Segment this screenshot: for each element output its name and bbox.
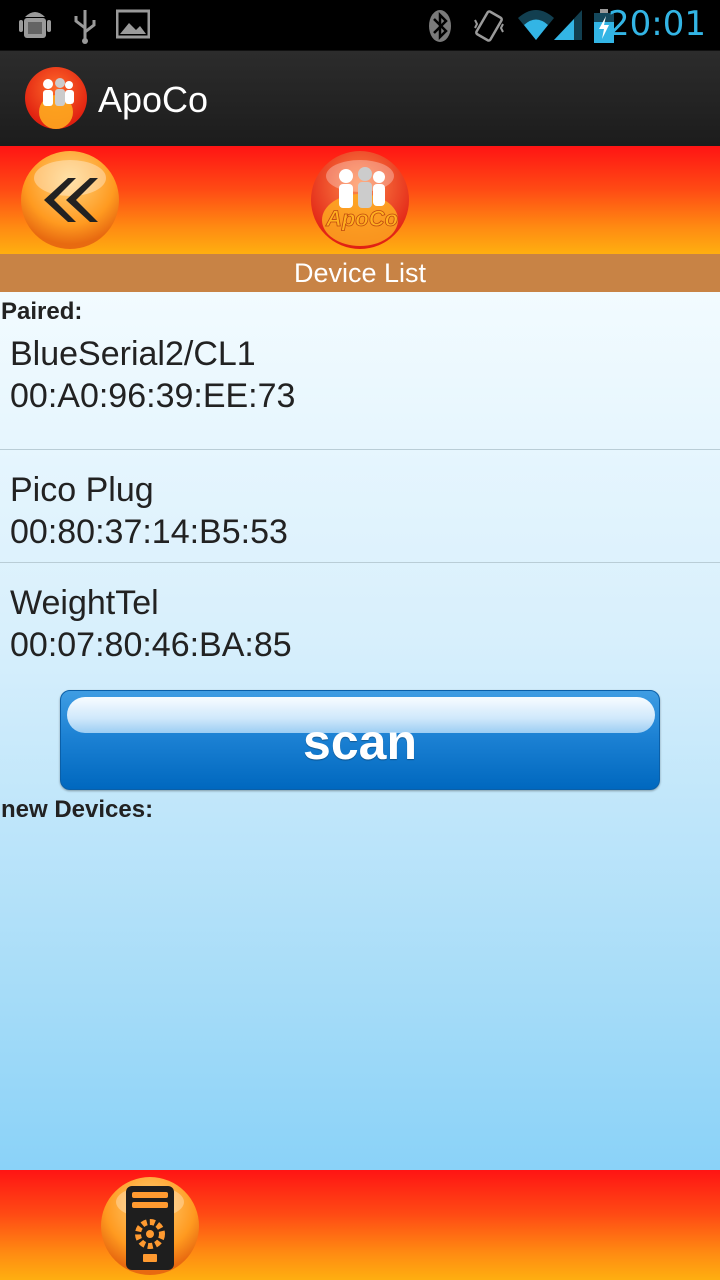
usb-icon [74, 10, 96, 44]
vibrate-icon [474, 10, 504, 42]
android-debug-icon [19, 12, 51, 38]
paired-device-list: BlueSerial2/CL1 00:A0:96:39:EE:73 Pico P… [0, 337, 720, 676]
header-banner: ApoCo [0, 146, 720, 254]
signal-icon [554, 10, 582, 40]
device-name: WeightTel [10, 584, 159, 622]
list-item[interactable]: WeightTel 00:07:80:46:BA:85 [0, 563, 720, 676]
device-settings-icon[interactable] [100, 1176, 200, 1276]
action-bar: ApoCo [0, 50, 720, 146]
footer-bar [0, 1170, 720, 1280]
scan-button[interactable]: scan [60, 690, 660, 790]
app-logo-icon[interactable] [24, 66, 88, 130]
device-address: 00:80:37:14:B5:53 [10, 513, 288, 551]
header-logo-text: ApoCo [325, 206, 398, 231]
status-bar: 20:01 [0, 0, 720, 50]
device-list-content: Paired: BlueSerial2/CL1 00:A0:96:39:EE:7… [0, 292, 720, 1170]
list-item[interactable]: Pico Plug 00:80:37:14:B5:53 [0, 450, 720, 563]
new-devices-label: new Devices: [1, 796, 154, 823]
device-address: 00:A0:96:39:EE:73 [10, 377, 296, 415]
device-name: BlueSerial2/CL1 [10, 337, 256, 373]
app-title: ApoCo [98, 79, 209, 120]
clock: 20:01 [608, 4, 706, 44]
paired-label: Paired: [1, 298, 83, 325]
header-logo-icon: ApoCo [311, 151, 409, 249]
scan-button-label: scan [303, 714, 417, 770]
bluetooth-icon [429, 10, 451, 42]
list-item[interactable]: BlueSerial2/CL1 00:A0:96:39:EE:73 [0, 337, 720, 450]
device-address: 00:07:80:46:BA:85 [10, 626, 292, 664]
device-name: Pico Plug [10, 471, 154, 509]
image-icon [116, 9, 150, 39]
back-button-icon[interactable] [20, 150, 120, 250]
page-title: Device List [0, 254, 720, 292]
wifi-icon [518, 10, 554, 40]
